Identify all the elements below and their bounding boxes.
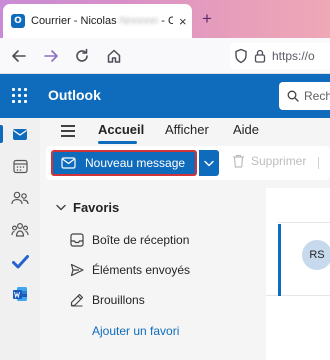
hamburger-menu-icon[interactable] xyxy=(61,125,75,137)
delete-label: Supprimer xyxy=(251,154,307,168)
chevron-down-icon xyxy=(56,204,66,211)
new-message-label: Nouveau message xyxy=(85,156,186,170)
unread-indicator xyxy=(278,224,281,296)
rail-active-indicator xyxy=(0,125,3,143)
url-bar[interactable]: https://o xyxy=(230,43,330,69)
reload-button[interactable] xyxy=(73,47,91,65)
new-message-button[interactable]: Nouveau message xyxy=(51,150,197,176)
list-item[interactable]: RS xyxy=(266,224,330,296)
add-favorite-link[interactable]: Ajouter un favori xyxy=(92,324,179,338)
favorites-label: Favoris xyxy=(73,200,120,215)
word-icon xyxy=(13,287,27,301)
lock-icon xyxy=(254,49,266,63)
shield-icon xyxy=(235,48,247,64)
trash-icon xyxy=(233,154,244,168)
send-icon xyxy=(70,263,84,277)
avatar: RS xyxy=(302,240,330,270)
home-icon xyxy=(107,49,121,63)
ribbon-toolbar: Nouveau message Supprimer xyxy=(46,146,330,180)
tab-afficher[interactable]: Afficher xyxy=(165,122,209,137)
app-launcher-icon[interactable] xyxy=(12,88,28,104)
folder-inbox[interactable]: Boîte de réception xyxy=(70,230,189,250)
back-button[interactable] xyxy=(10,47,28,65)
redacted-name: Nnnnnn xyxy=(119,15,159,27)
pencil-icon xyxy=(70,293,84,307)
ribbon-divider xyxy=(318,157,319,169)
home-button[interactable] xyxy=(105,47,123,65)
inbox-icon xyxy=(70,233,84,247)
folder-drafts[interactable]: Brouillons xyxy=(70,290,145,310)
reload-icon xyxy=(76,48,88,62)
mail-icon xyxy=(13,128,27,140)
rail-todo[interactable] xyxy=(0,248,40,276)
new-message-dropdown[interactable] xyxy=(199,150,219,176)
calendar-icon xyxy=(12,159,28,173)
rail-calendar[interactable] xyxy=(0,152,40,180)
app-rail xyxy=(0,118,40,360)
tab-aide[interactable]: Aide xyxy=(233,122,259,137)
search-icon xyxy=(287,90,299,102)
browser-nav-bar: https://o xyxy=(0,38,330,74)
forward-button[interactable] xyxy=(42,47,60,65)
search-input[interactable]: Rech xyxy=(279,82,330,110)
groups-icon xyxy=(11,222,29,237)
divider xyxy=(278,222,330,223)
browser-tab-bar: O Courrier - Nicolas Nnnnnn - Outl × + xyxy=(0,0,330,38)
main-area: Accueil Afficher Aide Nouveau message Su… xyxy=(40,118,330,360)
folder-sent[interactable]: Éléments envoyés xyxy=(70,260,190,280)
folder-pane: Favoris Boîte de réception Éléments envo… xyxy=(46,188,266,360)
favorites-header[interactable]: Favoris xyxy=(56,200,119,215)
todo-icon xyxy=(11,255,29,269)
tab-accueil[interactable]: Accueil xyxy=(98,122,144,137)
browser-tab[interactable]: O Courrier - Nicolas Nnnnnn - Outl × xyxy=(3,4,192,38)
chevron-down-icon xyxy=(204,160,214,166)
close-tab-icon[interactable]: × xyxy=(179,14,187,29)
folder-label: Boîte de réception xyxy=(92,233,190,247)
outlook-header: Outlook Rech xyxy=(0,74,330,118)
arrow-right-icon xyxy=(44,50,58,62)
mail-compose-icon xyxy=(61,157,76,169)
people-icon xyxy=(11,191,29,205)
delete-button[interactable]: Supprimer xyxy=(232,154,306,168)
folder-label: Éléments envoyés xyxy=(92,263,191,277)
message-list: RS xyxy=(266,188,330,360)
rail-word[interactable] xyxy=(0,280,40,308)
rail-people[interactable] xyxy=(0,184,40,212)
rail-mail[interactable] xyxy=(0,120,40,148)
arrow-left-icon xyxy=(12,50,26,62)
app-title[interactable]: Outlook xyxy=(48,87,101,103)
tab-title: Courrier - Nicolas Nnnnnn - Outl xyxy=(31,15,173,27)
url-text: https://o xyxy=(272,49,315,63)
active-tab-underline xyxy=(98,141,137,144)
outlook-favicon-icon: O xyxy=(11,14,25,28)
search-placeholder: Rech xyxy=(304,89,330,103)
rail-groups[interactable] xyxy=(0,216,40,244)
menu-bar: Accueil Afficher Aide xyxy=(40,118,330,146)
folder-label: Brouillons xyxy=(92,293,145,307)
new-tab-button[interactable]: + xyxy=(202,9,212,29)
